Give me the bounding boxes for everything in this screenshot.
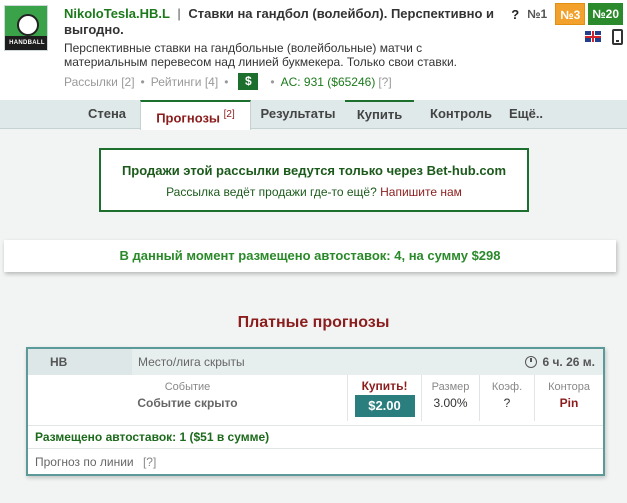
size-value: 3.00% xyxy=(433,396,468,410)
mailing-description: Перспективные ставки на гандбольные (вол… xyxy=(64,41,457,69)
write-us-link[interactable]: Напишите нам xyxy=(380,185,462,199)
dollar-button[interactable]: $ xyxy=(238,73,259,90)
buy-price-button[interactable]: $2.00 xyxy=(354,395,415,417)
help-icon[interactable]: ? xyxy=(511,7,519,22)
rank-badge-20[interactable]: №20 xyxy=(588,3,623,25)
size-cell: Размер 3.00% xyxy=(422,375,480,421)
time-left: 6 ч. 26 м. xyxy=(525,349,595,375)
size-label: Размер xyxy=(431,381,470,393)
meta-dot: • xyxy=(224,74,229,89)
tab-buy-label: Купить xyxy=(356,107,403,122)
rank-badges: ? №1 №3 №20 xyxy=(511,3,623,25)
coef-label: Коэф. xyxy=(491,381,523,393)
sales-notice: Продажи этой рассылки ведутся только чер… xyxy=(99,148,529,212)
header: HANDBALL NikoloTesla.HB.L | Ставки на га… xyxy=(0,0,627,100)
forecast-card-header: HB Место/лига скрыты 6 ч. 26 м. xyxy=(28,349,603,375)
event-value: Событие скрыто xyxy=(137,396,238,410)
time-left-value: 6 ч. 26 м. xyxy=(542,355,595,369)
buy-label: Купить! xyxy=(361,379,408,393)
paid-forecasts-title: Платные прогнозы xyxy=(237,314,390,331)
coef-value: ? xyxy=(503,396,511,410)
card-autobets: Размещено автоставок: 1 ($51 в сумме) xyxy=(28,425,603,445)
rank-badge-3[interactable]: №3 xyxy=(555,3,586,25)
title-separator: | xyxy=(177,6,181,21)
sales-notice-question: Рассылка ведёт продажи где-то ещё? Напиш… xyxy=(101,185,527,199)
tab-wall[interactable]: Стена xyxy=(75,100,139,129)
tab-results[interactable]: Результаты xyxy=(252,100,344,129)
event-label: Событие xyxy=(164,381,211,393)
tab-forecasts[interactable]: Прогнозы [2] xyxy=(140,100,251,130)
line-forecast-help[interactable]: [?] xyxy=(143,455,156,469)
tab-control[interactable]: Контроль xyxy=(418,100,504,129)
bookmaker-label: Контора xyxy=(548,381,590,393)
mailings-link[interactable]: Рассылки [2] xyxy=(64,75,135,89)
autobets-summary: В данный момент размещено автоставок: 4,… xyxy=(4,240,616,272)
line-forecast-label: Прогноз по линии xyxy=(35,455,134,469)
avatar[interactable]: HANDBALL xyxy=(4,5,48,51)
sales-question-text: Рассылка ведёт продажи где-то ещё? xyxy=(166,185,377,199)
event-place: Место/лига скрыты xyxy=(138,355,245,369)
forecast-card-details: Событие Событие скрыто Купить! $2.00 Раз… xyxy=(28,375,603,421)
buy-cell: Купить! $2.00 xyxy=(348,375,422,421)
tab-wall-label: Стена xyxy=(87,106,127,121)
tab-control-label: Контроль xyxy=(430,106,492,121)
line-forecast: Прогноз по линии [?] xyxy=(28,448,603,474)
meta-dot: • xyxy=(270,74,275,89)
bookmaker-value: Pin xyxy=(559,396,579,410)
rank-badge-1[interactable]: №1 xyxy=(527,7,547,21)
tab-more[interactable]: Ещё.. xyxy=(505,100,547,129)
tab-bar: Стена Прогнозы [2] Результаты Купить Кон… xyxy=(0,100,627,130)
clock-icon xyxy=(525,356,538,368)
header-meta: Рассылки [2] • Рейтинги [4] • $ • AC: 93… xyxy=(64,73,392,90)
ratings-link[interactable]: Рейтинги [4] xyxy=(151,75,218,89)
tab-results-label: Результаты xyxy=(260,106,336,121)
sport-tag: HB xyxy=(28,349,132,375)
page-title: NikoloTesla.HB.L | Ставки на гандбол (во… xyxy=(64,6,504,38)
coef-cell: Коэф. ? xyxy=(480,375,535,421)
tab-forecasts-count: [2] xyxy=(223,109,235,120)
forecast-card: HB Место/лига скрыты 6 ч. 26 м. Событие … xyxy=(26,347,605,476)
tab-buy[interactable]: Купить xyxy=(345,100,414,129)
handball-icon xyxy=(17,14,39,36)
mobile-icon[interactable] xyxy=(612,29,623,45)
event-cell: Событие Событие скрыто xyxy=(28,375,348,421)
ac-help[interactable]: [?] xyxy=(378,75,391,89)
ac-value: AC: 931 ($65246) xyxy=(280,74,376,89)
uk-flag-icon[interactable] xyxy=(585,31,601,42)
tab-forecasts-label: Прогнозы xyxy=(156,110,221,126)
meta-dot: • xyxy=(140,74,145,89)
tab-more-label: Ещё.. xyxy=(508,106,544,121)
bookmaker-cell: Контора Pin xyxy=(535,375,603,421)
logo-text: HANDBALL xyxy=(5,36,47,50)
sales-notice-text: Продажи этой рассылки ведутся только чер… xyxy=(121,163,507,178)
author-nick[interactable]: NikoloTesla.HB.L xyxy=(64,6,170,21)
